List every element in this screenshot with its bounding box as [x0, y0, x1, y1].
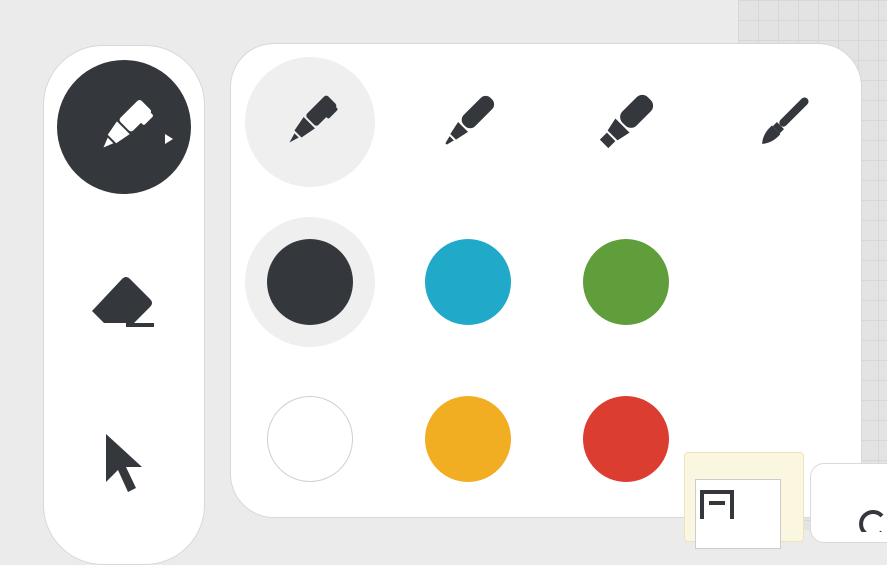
color-swatch-green[interactable]	[561, 217, 691, 347]
pen-type-marker[interactable]	[403, 57, 533, 187]
marker-icon	[445, 95, 495, 145]
circle-icon	[859, 510, 884, 532]
color-swatch-white[interactable]	[245, 374, 375, 504]
cursor-arrow-icon	[106, 434, 142, 492]
pen-type-paintbrush[interactable]	[719, 57, 849, 187]
color-swatch-black[interactable]	[245, 217, 375, 347]
pen-icon	[103, 99, 153, 148]
color-green	[583, 239, 669, 325]
caret-right-icon	[165, 134, 173, 144]
eraser-icon	[92, 277, 154, 327]
select-tool-button[interactable]	[82, 421, 166, 505]
document-icon	[700, 490, 734, 519]
sticky-note-panel[interactable]	[684, 452, 804, 549]
fountain-pen-icon	[289, 95, 338, 143]
highlighter-icon	[599, 94, 654, 149]
color-swatch-blue[interactable]	[403, 217, 533, 347]
color-swatch-yellow[interactable]	[403, 374, 533, 504]
pen-options-palette	[230, 43, 862, 518]
color-blue	[425, 239, 511, 325]
color-yellow	[425, 396, 511, 482]
pen-type-highlighter[interactable]	[561, 57, 691, 187]
color-black	[267, 239, 353, 325]
eraser-tool-button[interactable]	[82, 256, 166, 340]
left-toolbar	[43, 45, 205, 565]
pen-tool-button[interactable]	[57, 60, 191, 194]
paintbrush-icon	[762, 97, 809, 144]
color-red	[583, 396, 669, 482]
color-swatch-red[interactable]	[561, 374, 691, 504]
color-white	[267, 396, 353, 482]
pen-type-fountain-pen[interactable]	[245, 57, 375, 187]
side-panel[interactable]	[810, 463, 887, 543]
